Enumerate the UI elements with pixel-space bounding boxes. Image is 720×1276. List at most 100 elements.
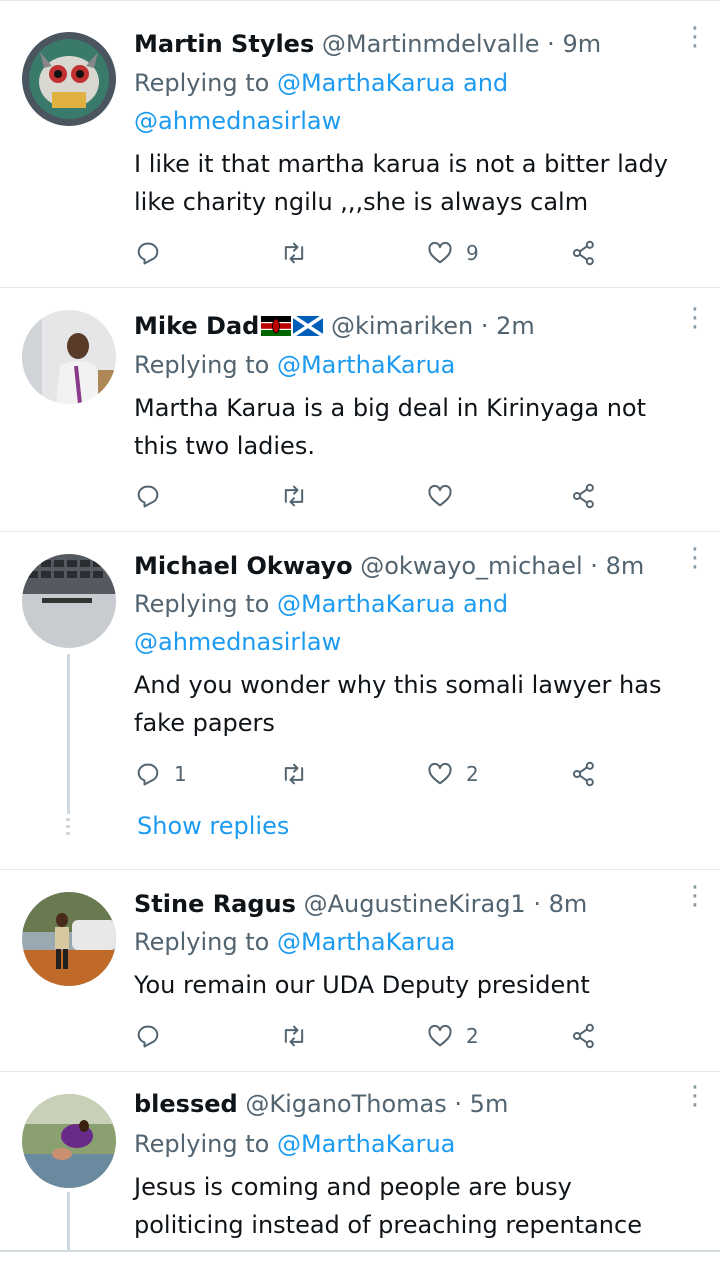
mention-link[interactable]: @MarthaKarua and	[277, 590, 508, 618]
reply-button[interactable]	[134, 480, 174, 512]
tweet-header: Mike Dad @kimariken · 2m	[134, 309, 680, 343]
author-name[interactable]: Stine Ragus	[134, 890, 296, 918]
share-button[interactable]	[570, 237, 598, 269]
like-button[interactable]: 9	[426, 237, 479, 269]
reply-button[interactable]: 1	[134, 758, 187, 790]
tweet-card[interactable]: Stine Ragus @AugustineKirag1 · 8m ⋮ Repl…	[0, 870, 720, 1072]
tweet-header: Stine Ragus @AugustineKirag1 · 8m	[134, 887, 680, 921]
retweet-button[interactable]	[280, 1020, 320, 1052]
author-handle[interactable]: @AugustineKirag1	[304, 890, 526, 918]
reply-icon	[137, 763, 159, 786]
retweet-icon	[284, 242, 304, 264]
tweet-card[interactable]: Martin Styles @Martinmdelvalle · 9m ⋮ Re…	[0, 0, 720, 288]
author-name[interactable]: blessed	[134, 1090, 238, 1118]
reply-icon	[137, 485, 159, 508]
show-replies-link[interactable]: Show replies	[137, 812, 289, 840]
timestamp[interactable]: 8m	[549, 890, 588, 918]
like-count: 2	[466, 762, 479, 786]
more-icon[interactable]: ⋮	[682, 883, 708, 918]
author-handle[interactable]: @KiganoThomas	[245, 1090, 446, 1118]
tweet-actions: 2	[134, 1020, 614, 1052]
author-handle[interactable]: @kimariken	[331, 312, 473, 340]
mention-link[interactable]: @MarthaKarua	[277, 928, 455, 956]
share-icon	[572, 761, 594, 787]
scotland-flag-icon	[293, 316, 324, 336]
thread-dots	[66, 818, 70, 838]
avatar[interactable]	[22, 1094, 116, 1188]
timestamp[interactable]: 9m	[562, 30, 601, 58]
like-button[interactable]: 2	[426, 1020, 479, 1052]
heart-icon	[428, 241, 452, 264]
mention-link[interactable]: @MarthaKarua	[277, 351, 455, 379]
share-icon	[572, 240, 594, 266]
tweet-card[interactable]: Mike Dad @kimariken · 2m ⋮ Replying to @…	[0, 288, 720, 532]
replying-to: Replying to @MarthaKarua	[134, 923, 690, 961]
more-icon[interactable]: ⋮	[682, 24, 708, 59]
retweet-button[interactable]	[280, 480, 320, 512]
mention-link[interactable]: @ahmednasirlaw	[134, 107, 341, 135]
timestamp[interactable]: 8m	[606, 552, 645, 580]
reply-count: 1	[174, 762, 187, 786]
share-button[interactable]	[570, 758, 598, 790]
timestamp[interactable]: 5m	[470, 1090, 509, 1118]
mention-link[interactable]: @MarthaKarua and	[277, 69, 508, 97]
separator-dot: ·	[480, 312, 489, 340]
replying-prefix: Replying to	[134, 928, 270, 956]
separator-dot: ·	[547, 30, 555, 58]
reply-button[interactable]	[134, 237, 174, 269]
avatar[interactable]	[22, 310, 116, 404]
retweet-icon	[284, 485, 304, 507]
tweet-header: blessed @KiganoThomas · 5m	[134, 1087, 680, 1121]
tweet-text-line: politicing instead of preaching repentan…	[134, 1211, 642, 1239]
like-button[interactable]	[426, 480, 466, 512]
share-button[interactable]	[570, 480, 598, 512]
tweet-text-line: Martha Karua is a big deal in Kirinyaga …	[134, 394, 647, 422]
timestamp[interactable]: 2m	[496, 312, 535, 340]
more-icon[interactable]: ⋮	[682, 545, 708, 580]
replying-prefix: Replying to	[134, 590, 270, 618]
avatar[interactable]	[22, 554, 116, 648]
mention-link[interactable]: @MarthaKarua	[277, 1130, 455, 1158]
author-handle[interactable]: @okwayo_michael	[360, 552, 582, 580]
retweet-icon	[284, 763, 304, 785]
share-icon	[572, 1023, 594, 1049]
like-button[interactable]: 2	[426, 758, 479, 790]
separator-dot: ·	[454, 1090, 463, 1118]
replying-prefix: Replying to	[134, 1130, 270, 1158]
share-button[interactable]	[570, 1020, 598, 1052]
avatar[interactable]	[22, 32, 116, 126]
author-name[interactable]: Martin Styles	[134, 30, 314, 58]
tweet-actions: 1 2	[134, 758, 614, 790]
more-icon[interactable]: ⋮	[682, 305, 708, 340]
tweet-text: Jesus is coming and people are busy poli…	[134, 1168, 690, 1244]
tweet-header: Michael Okwayo @okwayo_michael · 8m	[134, 549, 680, 583]
replying-to: Replying to @MarthaKarua	[134, 346, 690, 384]
tweet-text-line: this two ladies.	[134, 432, 315, 460]
reply-icon	[137, 1025, 159, 1048]
separator-dot: ·	[533, 890, 541, 918]
thread-line	[67, 654, 70, 814]
tweet-text-line: And you wonder why this somali lawyer ha…	[134, 671, 662, 699]
retweet-button[interactable]	[280, 237, 320, 269]
reply-icon	[137, 242, 159, 265]
retweet-button[interactable]	[280, 758, 320, 790]
author-name[interactable]: Mike Dad	[134, 312, 259, 340]
tweet-text-line: I like it that martha karua is not a bit…	[134, 150, 668, 178]
more-icon[interactable]: ⋮	[682, 1083, 708, 1118]
tweet-actions: 9	[134, 237, 614, 269]
like-count: 2	[466, 1024, 479, 1048]
tweet-text: And you wonder why this somali lawyer ha…	[134, 666, 690, 742]
author-name[interactable]: Michael Okwayo	[134, 552, 353, 580]
tweet-card[interactable]: blessed @KiganoThomas · 5m ⋮ Replying to…	[0, 1072, 720, 1252]
reply-button[interactable]	[134, 1020, 174, 1052]
separator-dot: ·	[590, 552, 598, 580]
tweet-text-line: You remain our UDA Deputy president	[134, 971, 590, 999]
avatar[interactable]	[22, 892, 116, 986]
tweet-card[interactable]: Michael Okwayo @okwayo_michael · 8m ⋮ Re…	[0, 532, 720, 870]
author-handle[interactable]: @Martinmdelvalle	[322, 30, 540, 58]
replying-prefix: Replying to	[134, 69, 270, 97]
tweet-text-line: Jesus is coming and people are busy	[134, 1173, 572, 1201]
mention-link[interactable]: @ahmednasirlaw	[134, 628, 341, 656]
tweet-text-line: fake papers	[134, 709, 275, 737]
tweet-text: I like it that martha karua is not a bit…	[134, 145, 690, 221]
